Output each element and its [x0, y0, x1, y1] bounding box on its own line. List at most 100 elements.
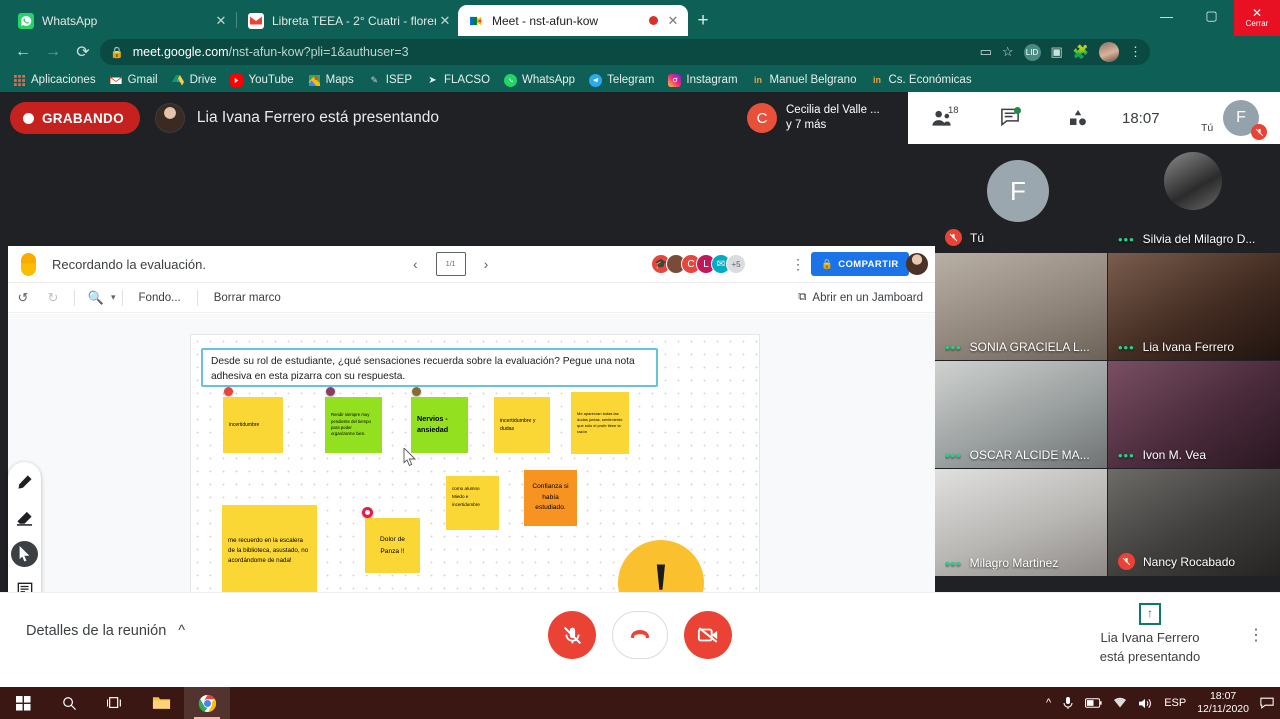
- sticky-note[interactable]: Rendir siempre muy pendiente del tiempo …: [325, 397, 382, 453]
- chrome-menu-icon[interactable]: ⋮: [1129, 44, 1142, 60]
- new-tab-button[interactable]: +: [690, 9, 716, 35]
- language-indicator[interactable]: ESP: [1164, 697, 1186, 709]
- meeting-details-button[interactable]: Detalles de la reunión ^: [26, 623, 185, 639]
- eraser-icon[interactable]: [11, 505, 38, 531]
- zoom-icon[interactable]: 🔍: [81, 290, 111, 306]
- mic-icon[interactable]: [1062, 696, 1074, 710]
- sticky-note[interactable]: incertidumbre y dudas: [494, 397, 550, 453]
- camera-toggle-button[interactable]: [684, 611, 732, 659]
- bookmark-gmail[interactable]: Gmail: [105, 72, 163, 89]
- bookmark-telegram[interactable]: Telegram: [584, 72, 659, 89]
- sticky-note[interactable]: Nervios - ansiedad: [411, 397, 468, 453]
- sticky-note[interactable]: incertidumbre: [223, 397, 283, 453]
- clock[interactable]: 18:07 12/11/2020: [1197, 690, 1249, 716]
- close-icon[interactable]: ✕: [436, 12, 454, 30]
- sticky-note[interactable]: Me aparecían todas las dudas juntas, sen…: [571, 392, 629, 454]
- pen-icon[interactable]: [11, 469, 38, 495]
- self-mic-off-icon: [1251, 124, 1267, 140]
- question-textbox[interactable]: Desde su rol de estudiante, ¿qué sensaci…: [201, 348, 658, 387]
- bookmark-cs-economicas[interactable]: in Cs. Económicas: [865, 72, 976, 89]
- sticky-note[interactable]: me recuerdo en la escalera de la bibliot…: [222, 505, 317, 597]
- extension-puzzle-icon[interactable]: 🧩: [1073, 44, 1089, 60]
- collaborators-overflow[interactable]: +5: [726, 254, 746, 274]
- isep-icon: ✎: [370, 74, 379, 85]
- bookmark-isep[interactable]: ✎ ISEP: [363, 72, 417, 89]
- chat-button[interactable]: [976, 92, 1044, 144]
- bookmark-whatsapp[interactable]: WhatsApp: [499, 72, 580, 89]
- close-icon[interactable]: ✕: [664, 12, 682, 30]
- participant-tile-milagro[interactable]: ••• Milagro Martinez: [935, 469, 1107, 576]
- frame-counter[interactable]: 1/1: [435, 250, 472, 276]
- file-explorer-icon[interactable]: [138, 687, 184, 719]
- drive-icon: [172, 74, 185, 87]
- bookmark-maps[interactable]: Maps: [303, 72, 359, 89]
- notification-icon[interactable]: [1260, 697, 1274, 709]
- sticky-note[interactable]: Confianza si había estudiado.: [524, 470, 577, 526]
- select-cursor-icon[interactable]: [11, 541, 38, 568]
- battery-icon[interactable]: [1085, 698, 1102, 708]
- bookmark-drive[interactable]: Drive: [167, 72, 222, 89]
- volume-icon[interactable]: [1138, 697, 1153, 710]
- presenting-indicator[interactable]: ↑ Lia Ivana Ferrero está presentando: [1060, 603, 1240, 667]
- back-button[interactable]: ←: [8, 38, 38, 66]
- participant-tile-oscar[interactable]: ••• OSCAR ALCIDE MA...: [935, 361, 1107, 468]
- prev-frame-button[interactable]: ‹: [413, 256, 418, 272]
- gmail-icon: [248, 12, 264, 29]
- meet-bottom-bar: Detalles de la reunión ^ ↑ Lia Ivana Fer…: [0, 592, 1280, 687]
- bookmark-manuel-belgrano[interactable]: in Manuel Belgrano: [747, 72, 862, 89]
- cast-icon[interactable]: ▭: [980, 44, 992, 60]
- sticky-note[interactable]: Dolor de Panza !!: [365, 518, 420, 573]
- undo-icon[interactable]: ↺: [8, 290, 38, 306]
- search-icon[interactable]: [46, 687, 92, 719]
- hangup-button[interactable]: [612, 611, 668, 659]
- close-window-button[interactable]: ✕ Cerrar: [1234, 0, 1280, 36]
- recording-badge[interactable]: GRABANDO: [10, 102, 140, 134]
- more-options-icon[interactable]: ⋮: [1248, 625, 1264, 645]
- close-icon[interactable]: ✕: [212, 12, 230, 30]
- bookmark-instagram[interactable]: Instagram: [663, 72, 742, 89]
- jamboard-more-options-icon[interactable]: ⋮: [791, 256, 805, 273]
- bookmark-flacso[interactable]: ➤ FLACSO: [421, 72, 495, 89]
- star-icon[interactable]: ☆: [1002, 44, 1014, 60]
- windows-start-icon[interactable]: [0, 687, 46, 719]
- browser-tab-title: Meet - nst-afun-kow: [492, 13, 599, 28]
- browser-tab-whatsapp[interactable]: WhatsApp ✕: [8, 5, 236, 36]
- maximize-button[interactable]: ▢: [1189, 0, 1234, 32]
- chrome-icon[interactable]: [184, 687, 230, 719]
- redo-icon[interactable]: ↻: [38, 290, 68, 306]
- reload-button[interactable]: ⟳: [68, 38, 98, 66]
- participant-tile-sonia[interactable]: ••• SONIA GRACIELA L...: [935, 253, 1107, 360]
- participant-tile-ivon[interactable]: ••• Ivon M. Vea: [1108, 361, 1280, 468]
- participant-tile-silvia[interactable]: ••• Silvia del Milagro D...: [1108, 144, 1280, 252]
- tray-chevron-icon[interactable]: ^: [1046, 697, 1051, 709]
- jamboard-subbar: ↺ ↻ 🔍 ▾ Fondo... Borrar marco ⧉ Abrir en…: [8, 283, 935, 313]
- zoom-caret-icon[interactable]: ▾: [111, 292, 116, 303]
- browser-tab-meet[interactable]: Meet - nst-afun-kow ✕: [458, 5, 688, 36]
- jamboard-share-button[interactable]: 🔒 COMPARTIR: [811, 252, 909, 276]
- open-in-jamboard-button[interactable]: ⧉ Abrir en un Jamboard: [798, 291, 923, 304]
- task-view-icon[interactable]: [92, 687, 138, 719]
- sticky-note[interactable]: como alumno Miedo e incertidumbre: [446, 476, 499, 530]
- jamboard-account-avatar[interactable]: [906, 253, 928, 275]
- participant-tile-lia[interactable]: ••• Lia Ivana Ferrero: [1108, 253, 1280, 360]
- activities-button[interactable]: [1044, 92, 1112, 144]
- mic-toggle-button[interactable]: [548, 611, 596, 659]
- minimize-button[interactable]: —: [1144, 0, 1189, 32]
- profile-badge-icon[interactable]: LID: [1023, 43, 1041, 61]
- account-avatar[interactable]: [1099, 42, 1119, 62]
- forward-button[interactable]: →: [38, 38, 68, 66]
- participant-tile-nancy[interactable]: Nancy Rocabado: [1108, 469, 1280, 576]
- media-icon[interactable]: ▣: [1051, 44, 1063, 60]
- clear-frame-button[interactable]: Borrar marco: [204, 292, 291, 304]
- bookmark-aplicaciones[interactable]: Aplicaciones: [8, 72, 101, 89]
- browser-tab-gmail[interactable]: Libreta TEEA - 2° Cuatri - florenci ✕: [238, 5, 460, 36]
- people-button[interactable]: 18: [908, 92, 976, 144]
- browser-tab-title: Libreta TEEA - 2° Cuatri - florenci: [272, 13, 436, 28]
- background-button[interactable]: Fondo...: [129, 292, 191, 304]
- bookmark-youtube[interactable]: YouTube: [225, 72, 298, 89]
- jamboard-frame[interactable]: Desde su rol de estudiante, ¿qué sensaci…: [191, 335, 759, 634]
- wifi-icon[interactable]: [1113, 697, 1127, 709]
- address-bar[interactable]: 🔒 meet.google.com /nst-afun-kow?pli=1&au…: [100, 39, 1150, 65]
- next-frame-button[interactable]: ›: [484, 256, 489, 272]
- participant-tile-you[interactable]: F Tú: [935, 144, 1107, 252]
